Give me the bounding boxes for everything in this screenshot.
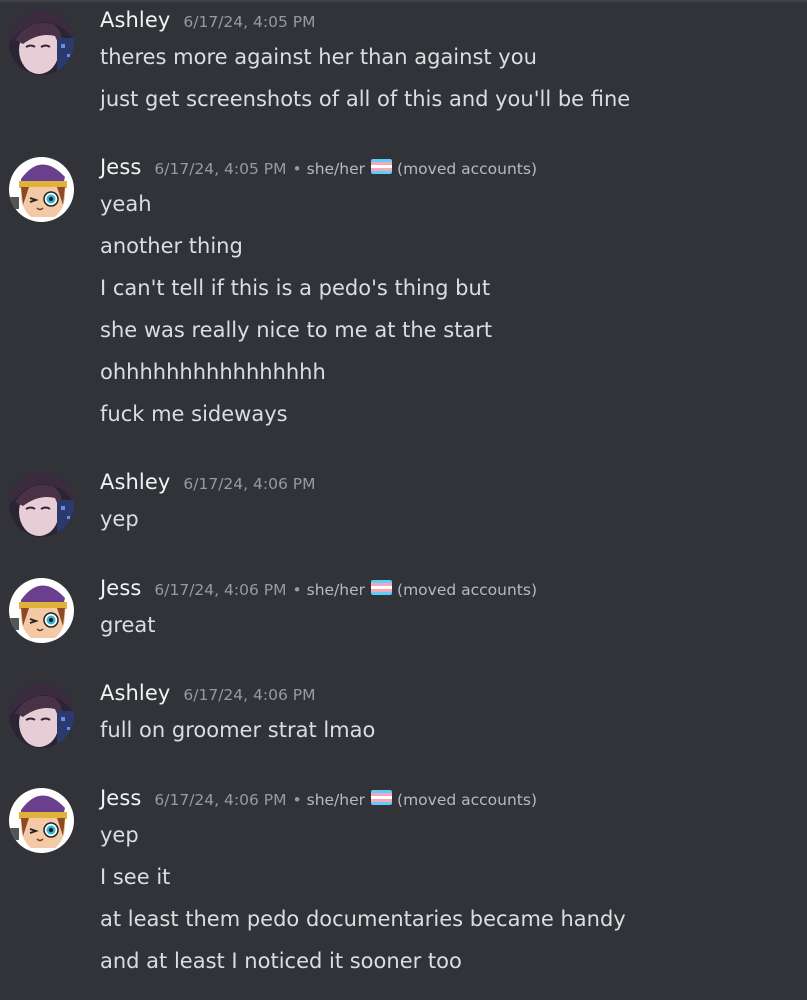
timestamp[interactable]: 6/17/24, 4:06 PM [183, 475, 315, 493]
message-text: I see it [100, 865, 171, 889]
jess-avatar-icon[interactable] [9, 578, 74, 643]
jess-avatar-icon[interactable] [9, 788, 74, 853]
timestamp[interactable]: 6/17/24, 4:05 PM [154, 160, 286, 178]
timestamp[interactable]: 6/17/24, 4:06 PM [183, 686, 315, 704]
message-text: and at least I noticed it sooner too [100, 949, 462, 973]
ashley-avatar-icon[interactable] [9, 472, 74, 537]
pronouns: she/her [306, 791, 366, 809]
message-text: she was really nice to me at the start [100, 318, 493, 342]
message-text: yeah [100, 192, 152, 216]
message-header: Jess 6/17/24, 4:06 PM • she/her (moved a… [100, 786, 537, 816]
ashley-avatar-icon[interactable] [9, 683, 74, 748]
author-name[interactable]: Ashley [100, 470, 170, 494]
author-name[interactable]: Ashley [100, 681, 170, 705]
separator: • [292, 581, 302, 599]
message-text: ohhhhhhhhhhhhhhhh [100, 360, 326, 384]
timestamp[interactable]: 6/17/24, 4:05 PM [183, 13, 315, 31]
separator: • [292, 160, 302, 178]
status-tag: (moved accounts) [397, 791, 537, 809]
ashley-avatar-icon[interactable] [9, 10, 74, 75]
divider [0, 0, 807, 2]
message-header: Ashley 6/17/24, 4:06 PM [100, 470, 315, 500]
message-text: yep [100, 507, 139, 531]
trans-flag-icon [371, 790, 393, 805]
pronouns: she/her [306, 160, 366, 178]
message-header: Ashley 6/17/24, 4:06 PM [100, 681, 315, 711]
author-name[interactable]: Ashley [100, 8, 170, 32]
message-header: Jess 6/17/24, 4:05 PM • she/her (moved a… [100, 155, 537, 185]
message-text: I can't tell if this is a pedo's thing b… [100, 276, 491, 300]
trans-flag-icon [371, 580, 393, 595]
status-tag: (moved accounts) [397, 581, 537, 599]
status-tag: (moved accounts) [397, 160, 537, 178]
message-header: Jess 6/17/24, 4:06 PM • she/her (moved a… [100, 576, 537, 606]
jess-avatar-icon[interactable] [9, 157, 74, 222]
message-header: Ashley 6/17/24, 4:05 PM [100, 8, 315, 38]
message-text: theres more against her than against you [100, 45, 537, 69]
author-name[interactable]: Jess [100, 576, 141, 600]
message-text: great [100, 613, 156, 637]
message-text: just get screenshots of all of this and … [100, 87, 631, 111]
message-text: full on groomer strat lmao [100, 718, 376, 742]
message-text: fuck me sideways [100, 402, 288, 426]
message-text: another thing [100, 234, 243, 258]
author-name[interactable]: Jess [100, 155, 141, 179]
timestamp[interactable]: 6/17/24, 4:06 PM [154, 791, 286, 809]
pronouns: she/her [306, 581, 366, 599]
separator: • [292, 791, 302, 809]
message-text: yep [100, 823, 139, 847]
trans-flag-icon [371, 159, 393, 174]
message-text: at least them pedo documentaries became … [100, 907, 626, 931]
author-name[interactable]: Jess [100, 786, 141, 810]
timestamp[interactable]: 6/17/24, 4:06 PM [154, 581, 286, 599]
